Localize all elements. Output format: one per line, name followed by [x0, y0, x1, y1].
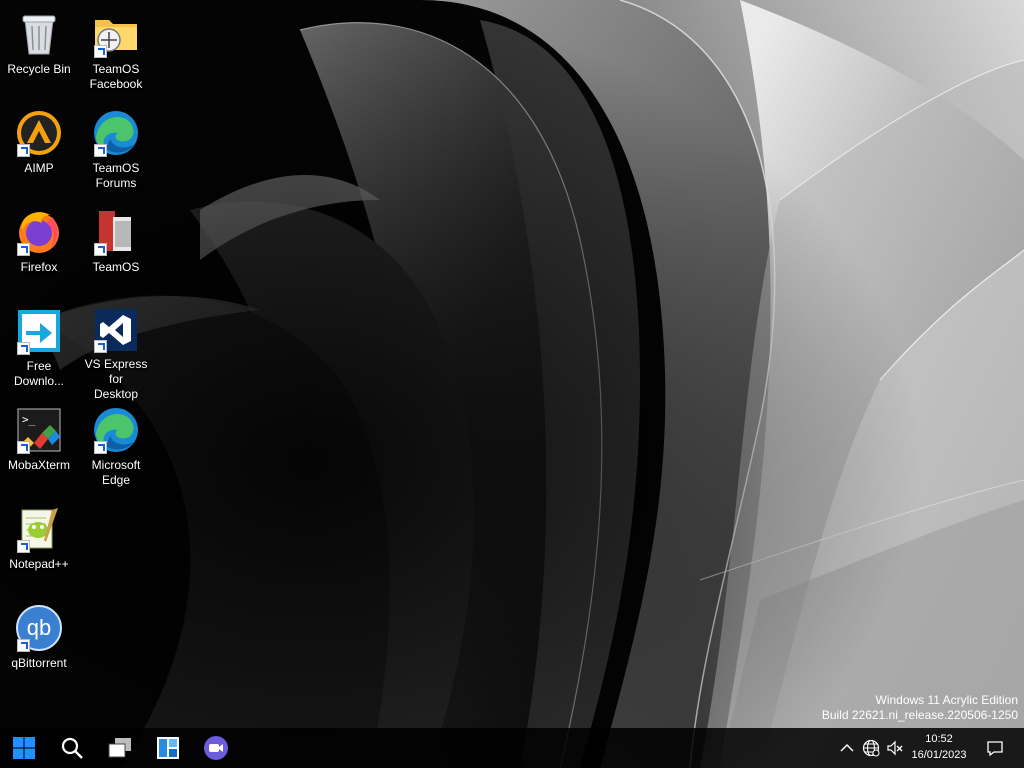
search-icon: [61, 737, 83, 759]
notification-center-button[interactable]: [986, 738, 1004, 758]
desktop-icon-label: qBittorrent: [11, 656, 67, 670]
desktop-icon-vs-express[interactable]: VS Express for Desktop: [78, 301, 154, 401]
shortcut-arrow-icon: [17, 243, 30, 256]
shortcut-arrow-icon: [94, 243, 107, 256]
chat-button[interactable]: [200, 732, 232, 764]
desktop-icon-label: TeamOS: [92, 260, 140, 274]
desktop-icon-mobaxterm[interactable]: >_ MobaXterm: [1, 400, 77, 494]
edge-icon: [92, 109, 140, 157]
chat-icon: [204, 736, 228, 760]
task-view-button[interactable]: [104, 732, 136, 764]
folder-link-icon: [92, 10, 140, 58]
watermark-edition: Windows 11 Acrylic Edition: [875, 693, 1019, 707]
shortcut-arrow-icon: [94, 144, 107, 157]
desktop-icon-teamos-facebook[interactable]: TeamOS Facebook: [78, 4, 154, 98]
firefox-icon: [15, 208, 63, 256]
volume-button[interactable]: [886, 738, 904, 758]
desktop-icon-label: MobaXterm: [7, 458, 71, 472]
desktop-icon-label: Firefox: [20, 260, 58, 274]
network-icon: [862, 739, 880, 757]
teamos-icon: [92, 208, 140, 256]
clock-date: 16/01/2023: [911, 749, 967, 761]
aimp-icon: [15, 109, 63, 157]
notepadpp-icon: [15, 505, 63, 553]
svg-text:qb: qb: [27, 615, 51, 640]
mobaxterm-icon: >_: [15, 406, 63, 454]
desktop-icon-qbittorrent[interactable]: qb qBittorrent: [1, 598, 77, 692]
chevron-up-icon: [840, 743, 854, 752]
shortcut-arrow-icon: [94, 45, 107, 58]
edge-icon: [92, 406, 140, 454]
shortcut-arrow-icon: [17, 639, 30, 652]
network-button[interactable]: [862, 738, 880, 758]
desktop-icon-notepadpp[interactable]: Notepad++: [1, 499, 77, 593]
svg-text:>_: >_: [22, 413, 36, 426]
desktop-icon-label: Notepad++: [9, 557, 69, 571]
shortcut-arrow-icon: [17, 342, 30, 355]
desktop-icon-label: AIMP: [24, 161, 54, 175]
watermark-build: Build 22621.ni_release.220506-1250: [821, 708, 1018, 722]
download-manager-icon: [15, 307, 63, 355]
desktop-icon-label: TeamOS Forums: [92, 161, 140, 190]
desktop-icon-teamos[interactable]: TeamOS: [78, 202, 154, 296]
shortcut-arrow-icon: [17, 441, 30, 454]
desktop-icon-label: Microsoft Edge: [91, 458, 141, 487]
shortcut-arrow-icon: [17, 540, 30, 553]
start-icon: [13, 737, 35, 759]
desktop-icon-recycle-bin[interactable]: Recycle Bin: [1, 4, 77, 98]
search-button[interactable]: [56, 732, 88, 764]
notification-icon: [987, 741, 1003, 757]
desktop-icon-teamos-forums[interactable]: TeamOS Forums: [78, 103, 154, 197]
qbittorrent-icon: qb: [15, 604, 63, 652]
recycle-bin-icon: [15, 10, 63, 58]
desktop-icon-aimp[interactable]: AIMP: [1, 103, 77, 197]
shortcut-arrow-icon: [17, 144, 30, 157]
show-hidden-icons-button[interactable]: [838, 738, 856, 758]
shortcut-arrow-icon: [94, 441, 107, 454]
widgets-icon: [157, 737, 179, 759]
desktop-icon-label: VS Express for Desktop: [84, 357, 148, 401]
desktop-icon-firefox[interactable]: Firefox: [1, 202, 77, 296]
desktop-icon-label: Free Downlo...: [13, 359, 65, 388]
volume-muted-icon: [887, 740, 903, 756]
task-view-icon: [108, 738, 131, 758]
windows-edition-watermark: Windows 11 Acrylic Edition Build 22621.n…: [822, 693, 1018, 723]
desktop-icon-microsoft-edge[interactable]: Microsoft Edge: [78, 400, 154, 494]
start-button[interactable]: [8, 732, 40, 764]
desktop-icon-label: TeamOS Facebook: [89, 62, 143, 91]
taskbar: 10:52 16/01/2023: [0, 728, 1024, 768]
shortcut-arrow-icon: [94, 340, 107, 353]
desktop-icon-free-download-manager[interactable]: Free Downlo...: [1, 301, 77, 395]
desktop-icon-label: Recycle Bin: [7, 62, 71, 76]
visual-studio-icon: [92, 307, 140, 353]
clock-time: 10:52: [925, 733, 953, 745]
system-clock[interactable]: 10:52 16/01/2023: [904, 731, 974, 763]
widgets-button[interactable]: [152, 732, 184, 764]
